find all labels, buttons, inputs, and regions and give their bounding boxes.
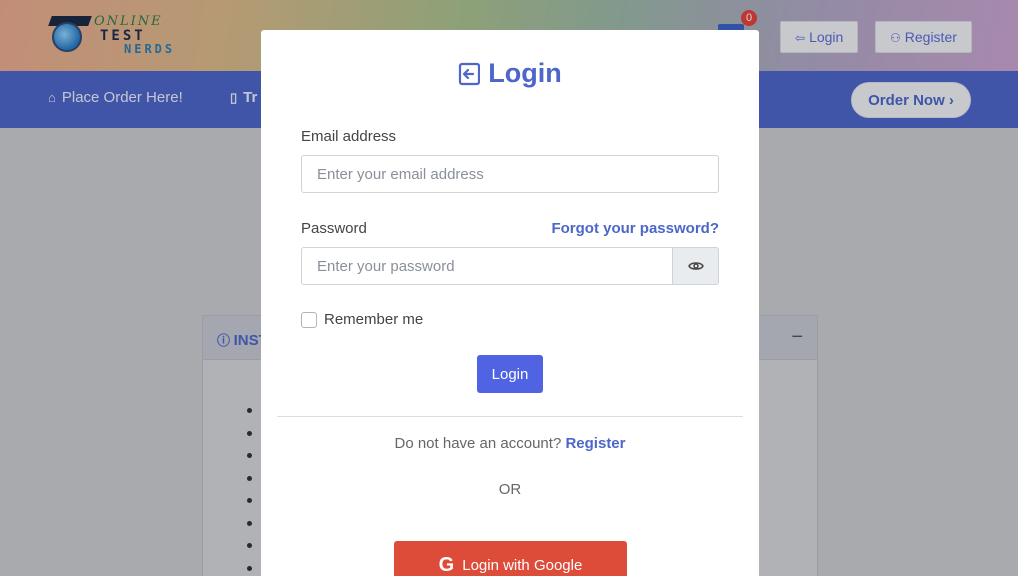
login-submit-button[interactable]: Login	[477, 355, 543, 393]
email-field[interactable]	[301, 155, 719, 193]
toggle-password-visibility-button[interactable]	[672, 247, 719, 285]
login-icon	[459, 62, 481, 86]
google-icon: G	[438, 554, 455, 576]
remember-me-checkbox[interactable]	[301, 312, 317, 328]
login-modal: Login Email address Password Forgot your…	[261, 30, 759, 576]
password-field[interactable]	[301, 247, 673, 285]
forgot-password-link[interactable]: Forgot your password?	[551, 220, 719, 237]
remember-me-label[interactable]: Remember me	[324, 311, 423, 328]
google-login-button[interactable]: G Login with Google	[394, 541, 627, 576]
register-link[interactable]: Register	[565, 435, 625, 452]
or-separator: OR	[498, 481, 522, 498]
email-label: Email address	[301, 128, 397, 145]
eye-icon	[688, 262, 704, 270]
signup-prompt-text: Do not have an account?	[394, 435, 562, 452]
divider	[277, 416, 743, 417]
modal-title: Login	[261, 58, 759, 89]
signup-prompt: Do not have an account? Register	[261, 435, 759, 452]
password-label: Password	[301, 220, 367, 237]
modal-title-label: Login	[488, 58, 562, 88]
google-login-label: Login with Google	[462, 557, 583, 574]
